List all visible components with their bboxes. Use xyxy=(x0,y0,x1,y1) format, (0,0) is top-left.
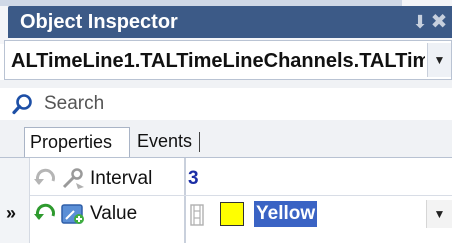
property-value[interactable]: 3 xyxy=(188,165,199,193)
tab-bar: Properties Events xyxy=(0,120,452,158)
close-icon[interactable]: ✖ xyxy=(429,11,449,33)
revert-icon[interactable] xyxy=(33,202,59,226)
chevron-down-icon[interactable]: ▼ xyxy=(427,43,451,77)
tab-properties[interactable]: Properties xyxy=(24,127,130,157)
component-selector-value: ALTimeLine1.TALTimeLineChannels.TALTim xyxy=(11,50,425,72)
component-selector[interactable]: ALTimeLine1.TALTimeLineChannels.TALTim ▼ xyxy=(4,40,452,80)
tab-separator xyxy=(199,132,200,152)
film-strip-icon xyxy=(190,204,204,226)
revert-icon xyxy=(34,168,55,185)
property-name: Interval xyxy=(90,168,153,189)
property-row-interval[interactable]: Interval 3 xyxy=(30,161,452,197)
property-grid: Interval 3 » Value Yellow ▼ xyxy=(0,158,452,243)
search-icon xyxy=(12,94,32,115)
search-placeholder: Search xyxy=(44,93,105,114)
title-bar: Object Inspector ⬇ ✖ xyxy=(0,0,452,44)
property-editor-icon[interactable] xyxy=(60,202,86,226)
divider-band xyxy=(0,80,452,88)
property-value-editor[interactable]: Yellow xyxy=(254,201,318,227)
property-name: Value xyxy=(90,203,138,224)
property-row-value[interactable]: Value Yellow ▼ xyxy=(30,196,452,232)
pin-icon[interactable]: ⬇ xyxy=(410,11,430,33)
tab-events[interactable]: Events xyxy=(132,127,204,157)
object-inspector-panel: Object Inspector ⬇ ✖ ALTimeLine1.TALTime… xyxy=(0,0,452,243)
search-input[interactable]: Search xyxy=(6,88,452,120)
color-swatch xyxy=(220,202,244,226)
chevron-down-icon[interactable]: ▼ xyxy=(426,200,452,228)
row-gutter xyxy=(0,158,30,243)
property-editor-icon xyxy=(62,168,84,189)
current-row-marker: » xyxy=(6,203,17,223)
panel-title: Object Inspector xyxy=(20,11,178,33)
